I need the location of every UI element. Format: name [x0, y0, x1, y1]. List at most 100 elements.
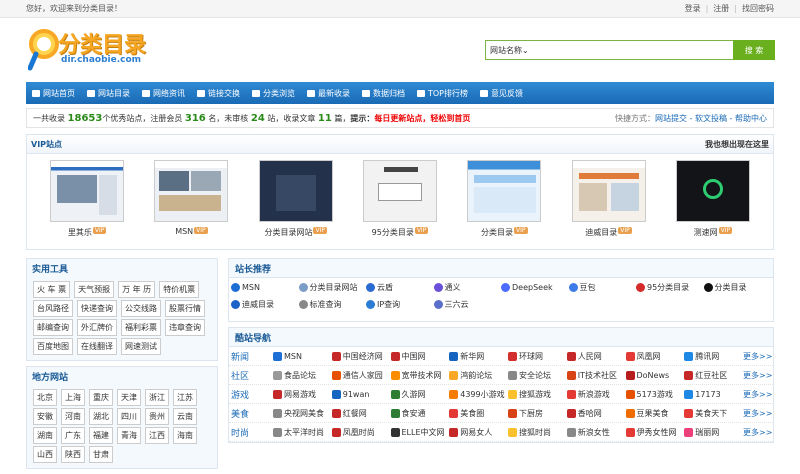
recommend-link[interactable]: 分类目录网站 [298, 282, 367, 293]
tool-link[interactable]: 特价机票 [159, 281, 200, 298]
recommend-link[interactable]: 通义 [433, 282, 502, 293]
recommend-link[interactable]: IP查询 [366, 299, 434, 310]
tool-link[interactable]: 公交线路 [121, 300, 161, 317]
vip-item[interactable]: 里其乐 VIP [50, 160, 125, 238]
category-link[interactable]: 新闻 [231, 350, 273, 363]
tool-link[interactable]: 火 车 票 [33, 281, 71, 298]
search-input[interactable]: 网站名称⌄ [485, 40, 733, 60]
nav-news[interactable]: 网络资讯 [142, 88, 185, 99]
site-link[interactable]: 香哈网 [566, 408, 626, 419]
site-link[interactable]: MSN [273, 351, 332, 362]
more-link[interactable]: 更多>> [743, 351, 773, 362]
region-link[interactable]: 重庆 [89, 389, 113, 406]
site-link[interactable]: 搜狐游戏 [508, 389, 567, 400]
region-link[interactable]: 四川 [117, 408, 141, 425]
recommend-link[interactable]: 95分类目录 [636, 282, 704, 293]
nav-link-exchange[interactable]: 链接交换 [197, 88, 240, 99]
site-link[interactable]: 新浪游戏 [566, 389, 626, 400]
site-link[interactable]: 美食天下 [684, 408, 743, 419]
vip-item[interactable]: 95分类目录 VIP [362, 160, 437, 238]
region-link[interactable]: 贵州 [145, 408, 169, 425]
forgot-password-link[interactable]: 找回密码 [742, 4, 774, 13]
recommend-link[interactable]: 标准查询 [298, 299, 367, 310]
recommend-link[interactable]: MSN [231, 282, 299, 293]
site-link[interactable]: 搜狐时尚 [508, 427, 567, 438]
more-link[interactable]: 更多>> [743, 389, 773, 400]
region-link[interactable]: 江苏 [173, 389, 197, 406]
submit-article-link[interactable]: 软文投稿 [695, 114, 727, 123]
site-link[interactable]: 新浪女性 [566, 427, 626, 438]
site-link[interactable]: ELLE中文网 [390, 427, 450, 438]
site-link[interactable]: 美食圈 [449, 408, 508, 419]
region-link[interactable]: 江西 [145, 427, 169, 444]
site-link[interactable]: 伊秀女性网 [625, 427, 685, 438]
site-link[interactable]: 网易游戏 [273, 389, 332, 400]
category-link[interactable]: 社区 [231, 369, 273, 382]
region-link[interactable]: 陕西 [61, 446, 85, 463]
site-link[interactable]: 5173游戏 [625, 389, 685, 400]
nav-feedback[interactable]: 意见反馈 [480, 88, 523, 99]
site-link[interactable]: 红豆社区 [684, 370, 743, 381]
site-link[interactable]: 食安通 [390, 408, 450, 419]
site-link[interactable]: 鸿韵论坛 [449, 370, 508, 381]
region-link[interactable]: 青海 [117, 427, 141, 444]
region-link[interactable]: 山西 [33, 446, 57, 463]
region-link[interactable]: 天津 [117, 389, 141, 406]
site-link[interactable]: 瑞丽网 [684, 427, 743, 438]
category-link[interactable]: 美食 [231, 407, 273, 420]
site-link[interactable]: 通信人家园 [331, 370, 391, 381]
region-link[interactable]: 河南 [61, 408, 85, 425]
site-link[interactable]: 安全论坛 [508, 370, 567, 381]
more-link[interactable]: 更多>> [743, 408, 773, 419]
recommend-link[interactable]: 三六云 [433, 299, 502, 310]
site-link[interactable]: 网易女人 [449, 427, 508, 438]
nav-archive[interactable]: 数据归档 [362, 88, 405, 99]
search-scope-select[interactable]: 网站名称⌄ [490, 45, 529, 56]
tool-link[interactable]: 股票行情 [165, 300, 205, 317]
recommend-link[interactable]: 云盾 [366, 282, 434, 293]
site-link[interactable]: 太平洋时尚 [273, 427, 332, 438]
site-link[interactable]: IT技术社区 [566, 370, 626, 381]
site-link[interactable]: 4399小游戏 [449, 389, 508, 400]
region-link[interactable]: 安徽 [33, 408, 57, 425]
nav-latest[interactable]: 最新收录 [307, 88, 350, 99]
region-link[interactable]: 上海 [61, 389, 85, 406]
site-link[interactable]: 下厨房 [508, 408, 567, 419]
tool-link[interactable]: 网速测试 [121, 338, 161, 355]
help-link[interactable]: 帮助中心 [735, 114, 767, 123]
region-link[interactable]: 湖北 [89, 408, 113, 425]
site-link[interactable]: 红餐网 [331, 408, 391, 419]
tool-link[interactable]: 快递查询 [77, 300, 117, 317]
nav-categories[interactable]: 分类浏览 [252, 88, 295, 99]
site-link[interactable]: 久游网 [390, 389, 450, 400]
site-link[interactable]: 中国网 [390, 351, 450, 362]
site-link[interactable]: 宽带技术网 [390, 370, 450, 381]
tool-link[interactable]: 邮编查询 [33, 319, 73, 336]
site-link[interactable]: 新华网 [449, 351, 508, 362]
category-link[interactable]: 时尚 [231, 426, 273, 439]
site-link[interactable]: 人民网 [566, 351, 626, 362]
nav-home[interactable]: 网站首页 [32, 88, 75, 99]
site-link[interactable]: DoNews [625, 370, 685, 381]
tool-link[interactable]: 违章查询 [165, 319, 205, 336]
region-link[interactable]: 湖南 [33, 427, 57, 444]
vip-item[interactable]: 迪威目录 VIP [571, 160, 646, 238]
vip-item[interactable]: 分类目录网站 VIP [258, 160, 333, 238]
search-button[interactable]: 搜 索 [733, 40, 775, 60]
tool-link[interactable]: 台风路径 [33, 300, 73, 317]
more-link[interactable]: 更多>> [743, 370, 773, 381]
region-link[interactable]: 福建 [89, 427, 113, 444]
more-link[interactable]: 更多>> [743, 427, 773, 438]
region-link[interactable]: 云南 [173, 408, 197, 425]
site-link[interactable]: 环球网 [508, 351, 567, 362]
site-link[interactable]: 凤凰网 [625, 351, 685, 362]
register-link[interactable]: 注册 [713, 4, 729, 13]
tool-link[interactable]: 万 年 历 [118, 281, 156, 298]
region-link[interactable]: 北京 [33, 389, 57, 406]
recommend-link[interactable]: 分类目录 [703, 282, 772, 293]
nav-top[interactable]: TOP排行榜 [417, 88, 468, 99]
vip-cta-link[interactable]: 我也想出现在这里 [705, 139, 769, 150]
nav-directory[interactable]: 网站目录 [87, 88, 130, 99]
login-link[interactable]: 登录 [685, 4, 701, 13]
site-logo[interactable]: 分类目录 dir.chaobie.com [27, 24, 163, 76]
